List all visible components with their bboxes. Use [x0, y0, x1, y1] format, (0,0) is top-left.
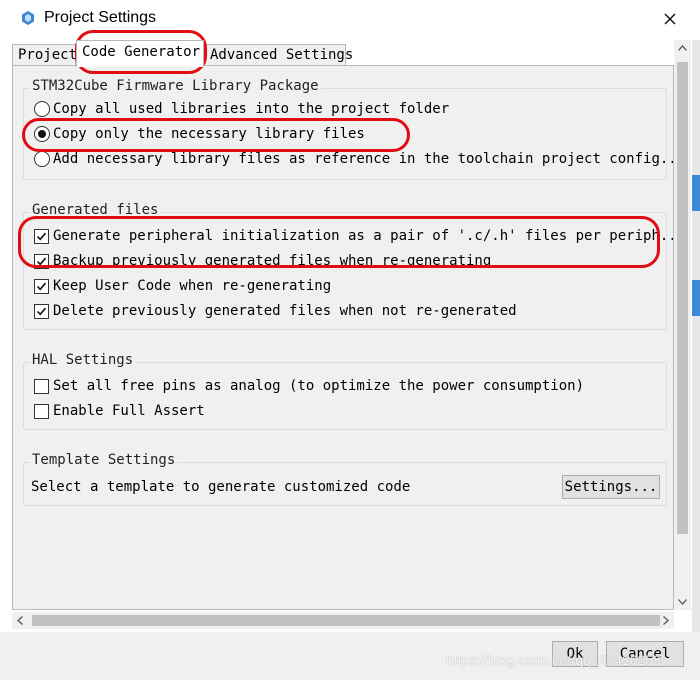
horizontal-scroll-thumb[interactable] — [32, 615, 660, 626]
tab-label: Advanced Settings — [210, 47, 354, 63]
option-label: Generate peripheral initialization as a … — [53, 228, 674, 244]
checkbox-delete-previous-files[interactable]: Delete previously generated files when n… — [34, 301, 517, 321]
hal-settings-group: HAL Settings Set all free pins as analog… — [23, 352, 667, 430]
checkbox[interactable] — [34, 378, 49, 394]
background-window-accent — [692, 175, 700, 211]
checkmark-icon — [36, 307, 47, 315]
horizontal-scrollbar[interactable] — [12, 612, 674, 629]
scroll-left-icon[interactable] — [17, 616, 23, 625]
template-description: Select a template to generate customized… — [31, 477, 410, 497]
option-label: Copy all used libraries into the project… — [53, 101, 450, 117]
checkbox[interactable] — [34, 303, 49, 319]
window-title: Project Settings — [44, 9, 157, 26]
group-title: HAL Settings — [30, 352, 136, 368]
checkbox-enable-full-assert[interactable]: Enable Full Assert — [34, 401, 205, 421]
checkmark-icon — [36, 257, 47, 265]
background-window-edge — [692, 40, 700, 632]
tab-project[interactable]: Project — [12, 44, 78, 66]
radio-copy-all-libraries[interactable]: Copy all used libraries into the project… — [34, 99, 449, 119]
option-label: Backup previously generated files when r… — [53, 253, 492, 269]
button-label: Settings... — [564, 479, 658, 495]
tab-code-generator[interactable]: Code Generator — [76, 40, 204, 67]
radio-button[interactable] — [34, 101, 50, 117]
checkbox-backup-generated-files[interactable]: Backup previously generated files when r… — [34, 251, 491, 271]
app-icon — [22, 11, 34, 25]
radio-copy-necessary-files[interactable]: Copy only the necessary library files — [34, 124, 365, 144]
group-title: Generated files — [30, 202, 161, 218]
tab-label: Project — [18, 47, 78, 63]
checkbox[interactable] — [34, 228, 49, 244]
tab-label: Code Generator — [82, 44, 201, 60]
tab-advanced-settings[interactable]: Advanced Settings — [204, 44, 353, 66]
scroll-down-icon[interactable] — [678, 599, 687, 605]
option-label: Delete previously generated files when n… — [53, 303, 517, 319]
radio-button-selected[interactable] — [34, 126, 50, 142]
radio-add-as-reference[interactable]: Add necessary library files as reference… — [34, 149, 674, 169]
template-settings-button[interactable]: Settings... — [562, 475, 660, 499]
tab-strip: Project Code Generator Advanced Settings — [12, 40, 688, 67]
option-label: Enable Full Assert — [53, 403, 205, 419]
settings-panel: STM32Cube Firmware Library Package Copy … — [12, 65, 674, 610]
group-title: STM32Cube Firmware Library Package — [30, 78, 321, 94]
vertical-scroll-thumb[interactable] — [677, 62, 688, 534]
template-settings-group: Template Settings Select a template to g… — [23, 452, 667, 506]
generated-files-group: Generated files Generate peripheral init… — [23, 202, 673, 330]
radio-button[interactable] — [34, 151, 50, 167]
scroll-up-icon[interactable] — [678, 45, 687, 51]
checkmark-icon — [36, 282, 47, 290]
checkbox[interactable] — [34, 278, 49, 294]
option-label: Keep User Code when re-generating — [53, 278, 332, 294]
checkbox-set-free-pins-analog[interactable]: Set all free pins as analog (to optimize… — [34, 376, 584, 396]
firmware-package-group: STM32Cube Firmware Library Package Copy … — [23, 78, 673, 180]
watermark: https://blog.csdn.net/qq_37416258 — [446, 652, 661, 668]
option-label: Add necessary library files as reference… — [53, 151, 674, 167]
title-bar: Project Settings — [0, 0, 700, 38]
checkbox-keep-user-code[interactable]: Keep User Code when re-generating — [34, 276, 331, 296]
checkbox[interactable] — [34, 403, 49, 419]
checkmark-icon — [36, 232, 47, 240]
option-label: Set all free pins as analog (to optimize… — [53, 378, 585, 394]
template-description-label: Select a template to generate customized… — [31, 479, 411, 495]
background-window-accent — [692, 280, 700, 316]
checkbox[interactable] — [34, 253, 49, 269]
scroll-right-icon[interactable] — [663, 616, 669, 625]
option-label: Copy only the necessary library files — [53, 126, 365, 142]
close-icon — [664, 13, 676, 25]
close-button[interactable] — [656, 6, 684, 32]
group-title: Template Settings — [30, 452, 178, 468]
vertical-scrollbar[interactable] — [674, 40, 691, 610]
checkbox-generate-peripheral-pairs[interactable]: Generate peripheral initialization as a … — [34, 226, 674, 246]
